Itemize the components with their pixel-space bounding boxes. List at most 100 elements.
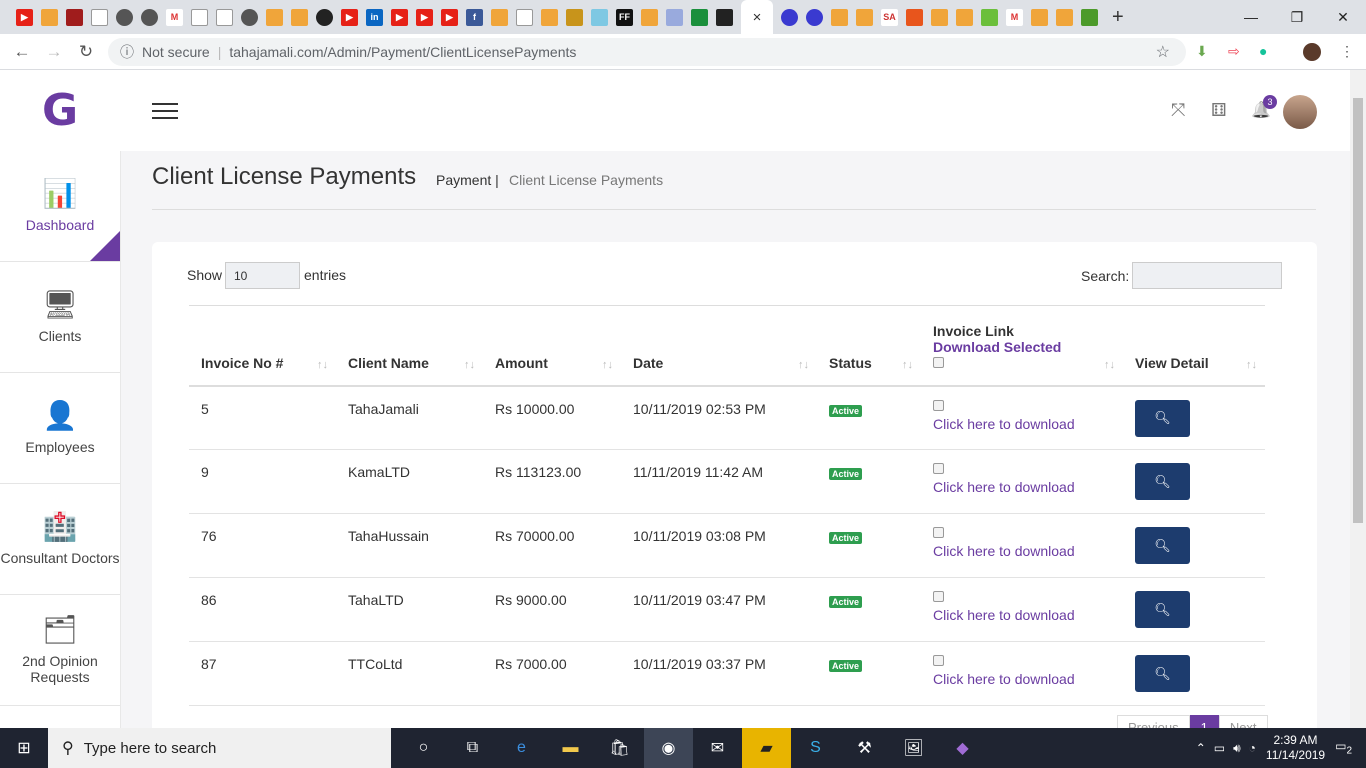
doc-tab-icon[interactable]	[516, 8, 533, 26]
download-link[interactable]: Click here to download	[933, 479, 1111, 495]
active-tab[interactable]: ×	[741, 0, 773, 34]
action-center-icon[interactable]: ▭2	[1335, 739, 1352, 756]
stackoverflow-tab-icon[interactable]	[291, 8, 308, 26]
stackoverflow-tab-icon[interactable]	[931, 8, 948, 26]
logo[interactable]: G	[42, 85, 78, 136]
view-detail-button[interactable]: 🔍︎	[1135, 591, 1190, 628]
store-icon[interactable]: 🛍	[595, 728, 644, 768]
mail-icon[interactable]: ✉	[693, 728, 742, 768]
stackoverflow-tab-icon[interactable]	[856, 8, 873, 26]
row-checkbox[interactable]	[933, 655, 944, 666]
url-field[interactable]: ⓘ Not secure | tahajamali.com/Admin/Paym…	[108, 38, 1186, 66]
column-header-view[interactable]: View Detail ↑↓	[1123, 305, 1265, 387]
app-tab-icon[interactable]	[66, 8, 83, 26]
app-tab-icon[interactable]	[716, 8, 733, 26]
cortana-icon[interactable]: ○	[399, 728, 448, 768]
app-tab-icon[interactable]	[691, 8, 708, 26]
download-link[interactable]: Click here to download	[933, 607, 1111, 623]
skype-icon[interactable]: S	[791, 728, 840, 768]
windows-start-icon[interactable]: ⊞	[0, 728, 48, 768]
column-header-invoice[interactable]: Invoice No # ↑↓	[189, 305, 336, 387]
app-tab-icon[interactable]	[666, 8, 683, 26]
sidebar-item-employees[interactable]: 👤 Employees	[0, 373, 120, 484]
app-tab-icon[interactable]	[981, 8, 998, 26]
youtube-tab-icon[interactable]: ▶	[416, 8, 433, 26]
info-icon[interactable]: ⓘ	[120, 42, 134, 62]
column-header-date[interactable]: Date ↑↓	[621, 305, 817, 387]
scrollbar-thumb[interactable]	[1353, 98, 1363, 523]
extension-arrow-icon[interactable]: ⇨	[1228, 43, 1240, 60]
app-tab-icon[interactable]	[906, 8, 923, 26]
wifi-icon[interactable]: ◔	[1249, 741, 1256, 755]
search-input[interactable]	[1132, 262, 1282, 289]
sort-icon[interactable]: ↑↓	[602, 359, 613, 371]
app-tab-icon[interactable]: FF	[616, 8, 633, 26]
column-header-invoice-link[interactable]: Invoice Link Download Selected ↑↓	[921, 305, 1123, 387]
sticky-notes-icon[interactable]: ▰	[742, 728, 791, 768]
globe-tab-icon[interactable]	[116, 8, 133, 26]
back-icon[interactable]: ←	[6, 42, 38, 62]
gmail-tab-icon[interactable]: M	[166, 8, 183, 26]
view-detail-button[interactable]: 🔍︎	[1135, 527, 1190, 564]
sidebar-item-dashboard[interactable]: 📊 Dashboard	[0, 151, 120, 262]
app-tab-icon[interactable]	[591, 8, 608, 26]
bookmark-star-icon[interactable]: ☆	[1156, 42, 1170, 62]
grammarly-icon[interactable]: ●	[1259, 43, 1267, 59]
stackoverflow-tab-icon[interactable]	[541, 8, 558, 26]
sort-icon[interactable]: ↑↓	[798, 359, 809, 371]
stackoverflow-tab-icon[interactable]	[491, 8, 508, 26]
app-tab-icon[interactable]	[781, 8, 798, 26]
page-scrollbar[interactable]	[1350, 70, 1366, 728]
youtube-tab-icon[interactable]: ▶	[341, 8, 358, 26]
stackoverflow-tab-icon[interactable]	[1031, 8, 1048, 26]
doc-tab-icon[interactable]	[91, 8, 108, 26]
tray-chevron-icon[interactable]: ⌃	[1196, 741, 1206, 755]
globe-tab-icon[interactable]	[141, 8, 158, 26]
tab-close-icon[interactable]: ×	[753, 9, 762, 26]
edge-icon[interactable]: e	[497, 728, 546, 768]
forward-icon[interactable]: →	[38, 42, 70, 62]
chrome-icon[interactable]: ◉	[644, 728, 693, 768]
stackoverflow-tab-icon[interactable]	[831, 8, 848, 26]
sort-icon[interactable]: ↑↓	[464, 359, 475, 371]
sidebar-item-consultant-doctors[interactable]: 🏥 Consultant Doctors	[0, 484, 120, 595]
sort-icon[interactable]: ↑↓	[317, 359, 328, 371]
sort-icon[interactable]: ↑↓	[1246, 359, 1257, 371]
linkedin-tab-icon[interactable]: in	[366, 8, 383, 26]
new-tab-button[interactable]: +	[1112, 6, 1124, 29]
gmail-tab-icon[interactable]: M	[1006, 8, 1023, 26]
stackoverflow-tab-icon[interactable]	[1056, 8, 1073, 26]
task-view-icon[interactable]: ⧉	[448, 728, 497, 768]
youtube-tab-icon[interactable]: ▶	[391, 8, 408, 26]
file-explorer-icon[interactable]: ▬	[546, 728, 595, 768]
download-link[interactable]: Click here to download	[933, 671, 1111, 687]
row-checkbox[interactable]	[933, 399, 944, 411]
download-link[interactable]: Click here to download	[933, 416, 1111, 432]
app-tab-icon[interactable]	[806, 8, 823, 26]
browser-menu-icon[interactable]: ⋮	[1340, 43, 1354, 60]
taskbar-search[interactable]: ⚲ Type here to search	[48, 728, 391, 768]
stackoverflow-tab-icon[interactable]	[266, 8, 283, 26]
github-tab-icon[interactable]	[316, 8, 333, 26]
visual-studio-icon[interactable]: ◆	[938, 728, 987, 768]
fullscreen-icon[interactable]: ⤧	[1171, 100, 1185, 121]
row-checkbox[interactable]	[933, 527, 944, 538]
hamburger-menu-icon[interactable]	[152, 103, 178, 119]
breadcrumb-parent-label[interactable]: Payment	[436, 172, 491, 188]
app-tab-icon[interactable]: SA	[881, 8, 898, 26]
maximize-button[interactable]: ❐	[1274, 0, 1320, 34]
minimize-button[interactable]: —	[1228, 0, 1274, 34]
reload-icon[interactable]: ↻	[70, 42, 102, 62]
volume-icon[interactable]: 🔊︎	[1233, 741, 1241, 756]
doc-tab-icon[interactable]	[216, 8, 233, 26]
youtube-tab-icon[interactable]: ▶	[16, 8, 33, 26]
stackoverflow-tab-icon[interactable]	[641, 8, 658, 26]
download-selected-link[interactable]: Download Selected	[933, 339, 1111, 355]
user-avatar[interactable]	[1283, 95, 1317, 129]
stackoverflow-tab-icon[interactable]	[41, 8, 58, 26]
sidebar-item-clients[interactable]: 🖥 Clients	[0, 262, 120, 373]
app-tab-icon[interactable]	[566, 8, 583, 26]
row-checkbox[interactable]	[933, 591, 944, 602]
row-checkbox[interactable]	[933, 463, 944, 474]
clock[interactable]: 2:39 AM 11/14/2019	[1266, 733, 1325, 763]
